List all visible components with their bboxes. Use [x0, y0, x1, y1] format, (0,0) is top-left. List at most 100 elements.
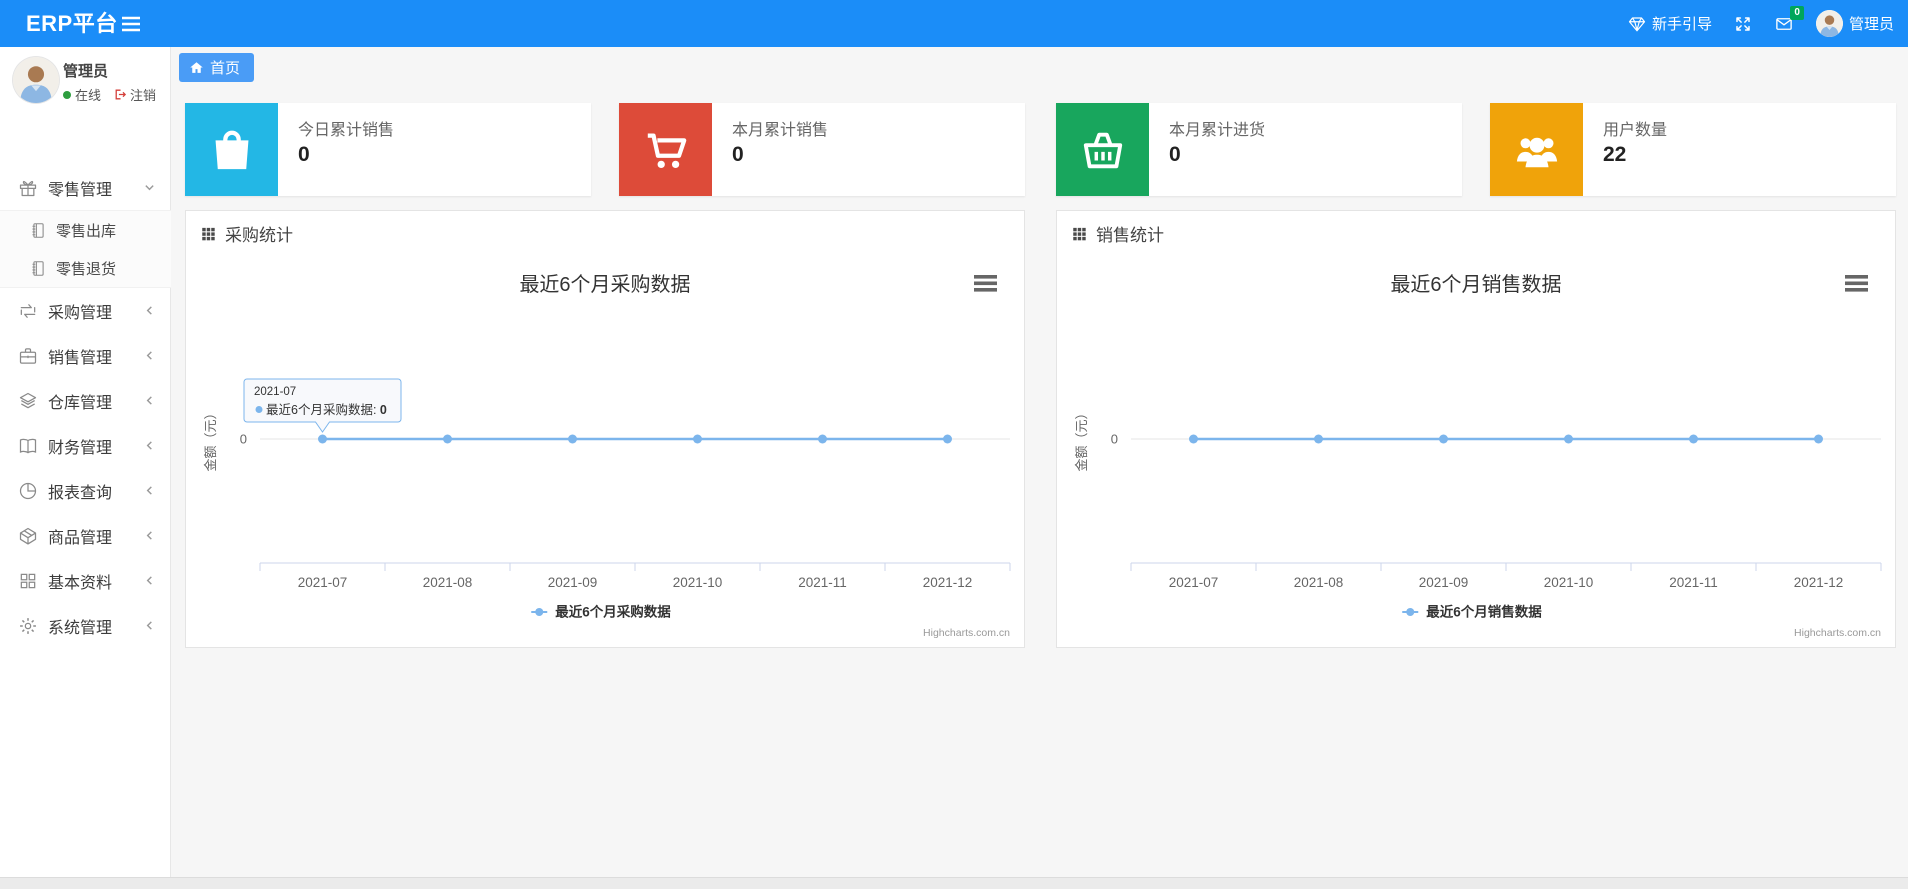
- stat-value: 0: [1169, 143, 1181, 166]
- messages-button[interactable]: 0: [1774, 5, 1804, 33]
- sidebar-item-retail[interactable]: 零售管理: [0, 165, 171, 210]
- svg-text:2021-10: 2021-10: [1544, 575, 1594, 590]
- svg-text:2021-09: 2021-09: [1419, 575, 1469, 590]
- box-icon: [18, 526, 38, 546]
- svg-text:2021-10: 2021-10: [673, 575, 723, 590]
- chart-context-menu-icon[interactable]: [974, 275, 997, 292]
- sign-out-icon: [113, 88, 127, 101]
- stat-label: 本月累计销售: [732, 122, 829, 139]
- top-navbar: ERP平台 新手引导 0 管理员: [0, 0, 1908, 47]
- stat-card-today-sales: 今日累计销售 0: [185, 103, 591, 196]
- sidebar-item-system[interactable]: 系统管理: [0, 603, 171, 648]
- sidebar-item-warehouse[interactable]: 仓库管理: [0, 378, 171, 423]
- home-icon: [189, 60, 204, 75]
- sidebar-item-label: 仓库管理: [48, 394, 113, 412]
- mail-badge: 0: [1790, 5, 1804, 20]
- svg-text:2021-08: 2021-08: [423, 575, 473, 590]
- svg-text:2021-09: 2021-09: [548, 575, 598, 590]
- app-brand: ERP平台: [26, 11, 118, 36]
- logout-label: 注销: [130, 88, 157, 103]
- shopping-bag-icon: [185, 103, 278, 196]
- user-menu[interactable]: 管理员: [1815, 10, 1894, 37]
- main-content: 首页 今日累计销售 0 本月累计销售 0 本月累计进货 0 用户数量 22 采购…: [172, 47, 1908, 877]
- svg-text:2021-07: 2021-07: [254, 386, 296, 398]
- svg-text:最近6个月采购数据: 最近6个月采购数据: [519, 273, 690, 296]
- chart-context-menu-icon[interactable]: [1845, 275, 1868, 292]
- sidebar-item-label: 基本资料: [48, 574, 113, 592]
- stat-label: 今日累计销售: [298, 122, 395, 139]
- highcharts-credits[interactable]: Highcharts.com.cn: [1794, 627, 1881, 639]
- chevron-left-icon: [144, 530, 155, 541]
- sidebar-item-finance[interactable]: 财务管理: [0, 423, 171, 468]
- online-status-icon: [63, 90, 71, 99]
- journal-icon: [30, 222, 47, 239]
- svg-text:金额（元）: 金额（元）: [1074, 406, 1089, 471]
- sidebar-item-label: 销售管理: [48, 349, 113, 367]
- gear-icon: [18, 616, 38, 636]
- sidebar-toggle-icon[interactable]: [118, 12, 144, 36]
- chevron-left-icon: [144, 440, 155, 451]
- chevron-left-icon: [144, 620, 155, 631]
- avatar: [1815, 10, 1843, 37]
- chevron-left-icon: [144, 485, 155, 496]
- svg-text:2021-08: 2021-08: [1294, 575, 1344, 590]
- open-book-icon: [18, 436, 38, 456]
- sidebar: 管理员 在线 注销 零售管理 零售出库 零售退货 采购管理 销售管理 仓库管理 …: [0, 47, 171, 877]
- guide-button[interactable]: 新手引导: [1628, 13, 1712, 34]
- layers-icon: [18, 391, 38, 411]
- chevron-left-icon: [144, 395, 155, 406]
- stat-value: 0: [298, 143, 310, 166]
- stat-card-month-sales: 本月累计销售 0: [619, 103, 1025, 196]
- chart-legend[interactable]: 最近6个月销售数据: [1402, 604, 1542, 620]
- briefcase-icon: [18, 346, 38, 366]
- sidebar-item-label: 零售出库: [56, 222, 117, 240]
- sales-chart: 最近6个月销售数据 0 金额（元） 2021-07 2021-08 2021-09 2021…: [1074, 273, 1882, 639]
- retail-submenu: 零售出库 零售退货: [0, 210, 171, 288]
- chart-tooltip: 2021-07 最近6个月采购数据: 0: [243, 378, 402, 433]
- basket-icon: [1056, 103, 1149, 196]
- tab-home[interactable]: 首页: [179, 53, 255, 82]
- sidebar-item-label: 报表查询: [48, 484, 113, 502]
- sidebar-item-retail-outbound[interactable]: 零售出库: [0, 211, 171, 249]
- sidebar-item-label: 零售退货: [56, 260, 117, 278]
- purchase-chart: 最近6个月采购数据 0 金额（元） 2021-07 2021-08 2021-09 2021…: [203, 273, 1011, 639]
- grid-icon: [18, 571, 38, 591]
- sidebar-item-sales[interactable]: 销售管理: [0, 333, 171, 378]
- svg-text:最近6个月采购数据: 最近6个月采购数据: [555, 604, 671, 620]
- stat-value: 22: [1603, 143, 1627, 166]
- highcharts-credits[interactable]: Highcharts.com.cn: [923, 627, 1010, 639]
- logout-link[interactable]: 注销: [113, 85, 156, 104]
- erp-dashboard: ERP平台 新手引导 0 管理员 管理员 在线 注销 零售管理 零售出库 零售退…: [0, 0, 1908, 889]
- sidebar-item-reports[interactable]: 报表查询: [0, 468, 171, 513]
- sidebar-item-purchase[interactable]: 采购管理: [0, 288, 171, 333]
- sidebar-item-basic-data[interactable]: 基本资料: [0, 558, 171, 603]
- avatar: [13, 57, 59, 103]
- svg-text:0: 0: [1111, 432, 1118, 447]
- pie-chart-icon: [18, 481, 38, 501]
- sidebar-item-retail-return[interactable]: 零售退货: [0, 249, 171, 287]
- chart-legend[interactable]: 最近6个月采购数据: [531, 604, 671, 620]
- chevron-left-icon: [144, 350, 155, 361]
- repeat-icon: [18, 301, 38, 321]
- sales-stats-panel: 销售统计 最近6个月销售数据 0 金额（元） 2021-07 2021-08 2021-0…: [1056, 210, 1896, 648]
- sidebar-menu: 零售管理 零售出库 零售退货 采购管理 销售管理 仓库管理 财务管理 报表查询 …: [0, 165, 171, 648]
- tab-label: 首页: [210, 60, 241, 77]
- navbar-username: 管理员: [1848, 16, 1894, 33]
- online-status-label: 在线: [75, 88, 102, 103]
- expand-icon: [1734, 15, 1752, 33]
- chevron-down-icon: [144, 182, 155, 193]
- cart-icon: [619, 103, 712, 196]
- stat-card-user-count: 用户数量 22: [1490, 103, 1896, 196]
- sidebar-item-label: 财务管理: [48, 439, 113, 457]
- sidebar-item-products[interactable]: 商品管理: [0, 513, 171, 558]
- journal-icon: [30, 260, 47, 277]
- fullscreen-button[interactable]: [1734, 15, 1752, 33]
- stat-card-month-purchase: 本月累计进货 0: [1056, 103, 1462, 196]
- sidebar-item-label: 系统管理: [48, 619, 113, 637]
- gift-icon: [18, 178, 38, 198]
- stat-label: 用户数量: [1603, 122, 1668, 139]
- sidebar-username: 管理员: [63, 63, 109, 80]
- svg-text:2021-11: 2021-11: [798, 575, 847, 590]
- gem-icon: [1628, 15, 1646, 33]
- svg-text:0: 0: [240, 432, 247, 447]
